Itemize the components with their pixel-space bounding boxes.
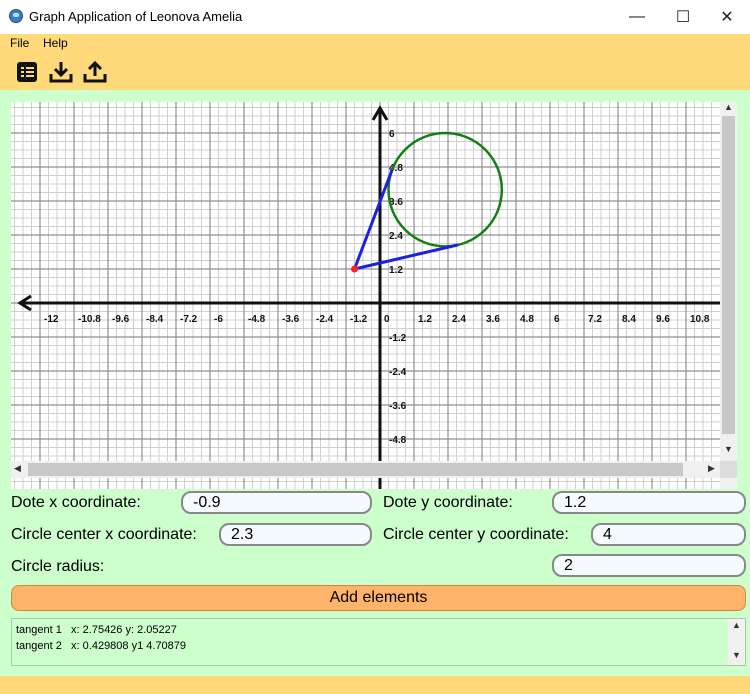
menu-file[interactable]: File [10,36,29,50]
scroll-thumb[interactable] [28,463,683,476]
y-tick-label: -1.2 [389,333,407,344]
scroll-thumb[interactable] [722,116,735,434]
x-tick-label: 6 [554,314,560,325]
dot-point [351,265,358,273]
toolbar [0,52,750,90]
download-icon[interactable] [48,56,74,86]
dot-y-input[interactable]: 1.2 [552,491,746,514]
scroll-corner [720,461,737,478]
graph-horizontal-scrollbar[interactable]: ◀ ▶ [11,461,720,478]
y-tick-label: 2.4 [389,231,403,242]
graph-vertical-scrollbar[interactable]: ▲ ▼ [720,102,737,489]
circle-x-input[interactable]: 2.3 [219,523,372,546]
menu-bar: File Help [0,34,750,52]
results-log[interactable]: tangent 1 x: 2.75426 y: 2.05227 tangent … [11,618,746,666]
x-tick-label: 0 [384,314,390,325]
x-tick-label: -6 [214,314,223,325]
main-panel: -12 -10.8 -9.6 -8.4 -7.2 -6 -4.8 -3.6 -2.4 -1.2 0 1… [0,90,750,676]
add-elements-button[interactable]: Add elements [11,585,746,611]
dot-x-input[interactable]: -0.9 [181,491,372,514]
y-tick-label: -3.6 [389,401,407,412]
x-tick-label: 7.2 [588,314,602,325]
x-tick-label: -7.2 [180,314,198,325]
x-tick-label: -4.8 [248,314,266,325]
menu-help[interactable]: Help [43,36,68,50]
y-tick-label: 1.2 [389,265,403,276]
radius-label: Circle radius: [11,558,105,575]
app-icon [9,9,23,23]
maximize-button[interactable]: ☐ [660,0,706,34]
graph-canvas[interactable]: -12 -10.8 -9.6 -8.4 -7.2 -6 -4.8 -3.6 -2.4 -1.2 0 1… [11,102,720,489]
scroll-down-arrow[interactable]: ▼ [724,444,733,454]
log-scroll-down-arrow[interactable]: ▼ [732,650,741,660]
x-tick-label: -1.2 [350,314,368,325]
x-tick-label: 2.4 [452,314,466,325]
scroll-up-arrow[interactable]: ▲ [724,102,733,112]
status-bar [0,676,750,694]
coordinate-plane: -12 -10.8 -9.6 -8.4 -7.2 -6 -4.8 -3.6 -2.4 -1.2 0 1… [11,102,720,489]
x-tick-label: 10.8 [690,314,710,325]
minimize-button[interactable]: — [614,0,660,34]
log-scroll-up-arrow[interactable]: ▲ [732,620,741,630]
log-line-tangent-2: tangent 2 x: 0.429808 y1 4.70879 [16,640,187,652]
title-bar: Graph Application of Leonova Amelia — ☐ … [0,0,750,34]
circle-y-input[interactable]: 4 [591,523,746,546]
y-tick-label: -2.4 [389,367,407,378]
x-tick-label: -12 [44,314,59,325]
radius-input[interactable]: 2 [552,554,746,577]
x-tick-label: -9.6 [112,314,130,325]
y-tick-label: 6 [389,129,395,140]
list-icon[interactable] [14,56,40,86]
x-tick-label: 3.6 [486,314,500,325]
x-tick-label: -8.4 [146,314,164,325]
log-line-tangent-1: tangent 1 x: 2.75426 y: 2.05227 [16,624,177,636]
y-tick-label: -4.8 [389,435,407,446]
x-tick-label: 1.2 [418,314,432,325]
tangent-line-1 [354,243,459,271]
window-title: Graph Application of Leonova Amelia [29,9,243,24]
dot-x-label: Dote x coordinate: [11,494,141,511]
scroll-left-arrow[interactable]: ◀ [14,463,21,474]
circle-y-label: Circle center y coordinate: [383,526,569,543]
x-tick-label: 8.4 [622,314,636,325]
x-tick-label: 9.6 [656,314,670,325]
dot-y-label: Dote y coordinate: [383,494,513,511]
x-tick-label: -3.6 [282,314,300,325]
scroll-right-arrow[interactable]: ▶ [708,463,715,474]
log-scrollbar[interactable]: ▲ ▼ [728,619,745,665]
circle-x-label: Circle center x coordinate: [11,526,197,543]
x-tick-label: -2.4 [316,314,334,325]
upload-icon[interactable] [82,56,108,86]
close-button[interactable]: ✕ [704,0,750,34]
x-tick-label: 4.8 [520,314,534,325]
x-tick-label: -10.8 [78,314,101,325]
